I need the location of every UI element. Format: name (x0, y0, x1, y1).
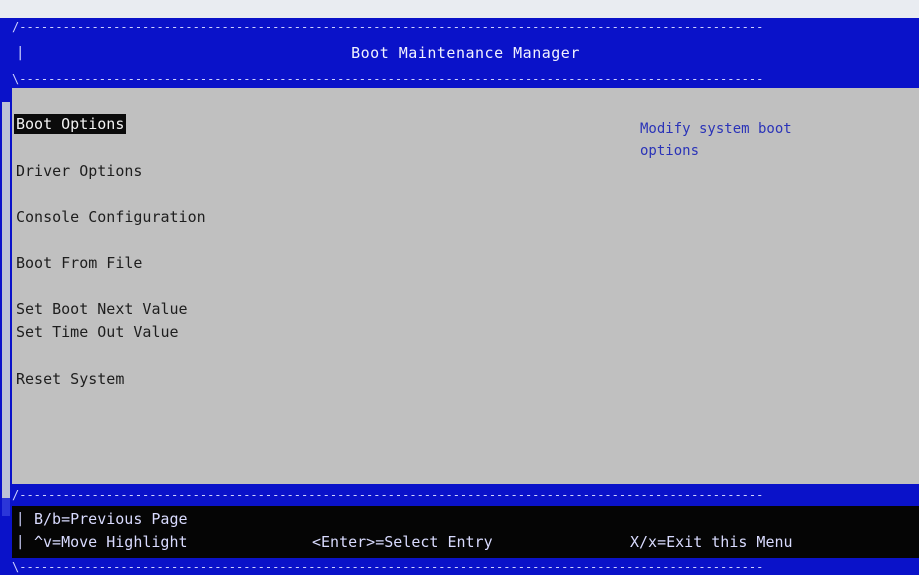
header-bar: /---------------------------------------… (12, 18, 919, 88)
window-top-strip (0, 0, 919, 18)
footer-bar: /---------------------------------------… (12, 484, 919, 575)
menu-item-boot-from-file[interactable]: Boot From File (14, 253, 144, 273)
footer-left-pipe-2: | (16, 534, 25, 550)
help-text-line-2: options (640, 143, 700, 159)
left-frame-highlight (2, 102, 10, 498)
menu-item-reset-system[interactable]: Reset System (14, 369, 126, 389)
key-hint-select-entry: <Enter>=Select Entry (312, 533, 493, 551)
menu-panel: Boot Options Driver Options Console Conf… (12, 88, 919, 484)
header-bottom-border: \---------------------------------------… (12, 72, 764, 86)
left-frame-bar (0, 18, 12, 575)
menu-item-console-configuration[interactable]: Console Configuration (14, 207, 208, 227)
menu-item-boot-options[interactable]: Boot Options (14, 114, 127, 134)
header-top-border: /---------------------------------------… (12, 20, 764, 34)
page-title: Boot Maintenance Manager (351, 44, 580, 62)
footer-top-border: /---------------------------------------… (12, 488, 764, 502)
key-hint-exit-menu: X/x=Exit this Menu (630, 533, 793, 551)
footer-bottom-border: \---------------------------------------… (12, 560, 764, 574)
menu-item-driver-options[interactable]: Driver Options (14, 161, 144, 181)
menu-item-set-time-out-value[interactable]: Set Time Out Value (14, 322, 181, 342)
key-hint-move-highlight: ^v=Move Highlight (34, 533, 188, 551)
left-frame-accent (2, 498, 10, 516)
help-text-panel: Modify system boot options (640, 118, 890, 162)
key-hint-previous-page: B/b=Previous Page (34, 510, 188, 528)
menu-item-set-boot-next-value[interactable]: Set Boot Next Value (14, 299, 190, 319)
footer-left-pipe-1: | (16, 511, 25, 527)
help-text-line-1: Modify system boot (640, 121, 792, 137)
